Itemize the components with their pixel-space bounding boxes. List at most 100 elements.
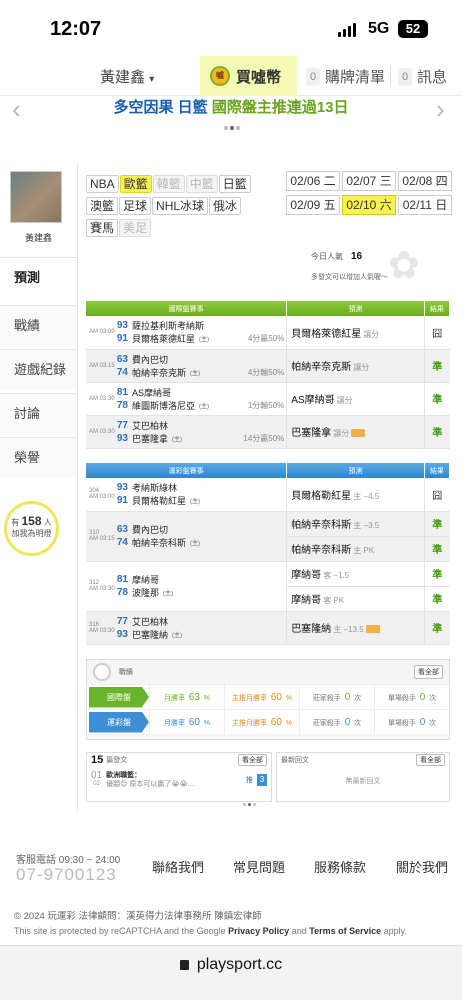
avatar[interactable] [10, 171, 62, 223]
team-name[interactable]: AS摩納哥 [132, 386, 171, 399]
pick[interactable]: 貝爾格勒紅星主 −4.5 [286, 478, 426, 512]
game-clock: AM 03:30 [89, 627, 115, 634]
popularity-value: 16 [351, 251, 363, 262]
game-teams: 63 費內巴切 74 帕納辛奈克斯 (主) 4分輸50% [115, 349, 288, 383]
footer-link-faq[interactable]: 常見問題 [233, 857, 285, 876]
team-name[interactable]: 帕納辛奈克斯 [132, 366, 186, 379]
team-line: 77 艾巴柏林 [116, 615, 286, 628]
replies-panel: 最新回文 看全部 無最新回文 [276, 752, 450, 802]
team-score: 74 [116, 537, 128, 548]
pick[interactable]: 摩納哥客 PK [286, 586, 426, 612]
date-tab[interactable]: 02/11 日 [398, 195, 452, 215]
buy-coin-button[interactable]: 噓買噓幣 [200, 56, 297, 96]
pick[interactable]: 巴塞隆拿 讓分 [286, 415, 426, 449]
cart-link[interactable]: 0 購牌清單 [306, 66, 385, 87]
league-tab[interactable]: 賽馬 [86, 219, 119, 237]
fan-badge[interactable]: 有 158 人 加我為明燈 [4, 501, 59, 556]
team-name[interactable]: 貝爾格萊德紅星 [132, 332, 195, 345]
clock: 12:07 [50, 18, 102, 40]
pick[interactable]: 巴塞隆納主 −13.5 [286, 611, 426, 645]
popularity: 今日人氣 16 [311, 251, 362, 262]
terms-link[interactable]: Terms of Service [309, 926, 381, 936]
record-more-button[interactable]: 看全部 [414, 665, 443, 679]
banner-next-icon[interactable]: › [436, 94, 445, 125]
team-name[interactable]: 費內巴切 [132, 353, 168, 366]
menu-predict[interactable]: 預測 [0, 257, 77, 297]
league-tab[interactable]: NHL冰球 [152, 197, 209, 215]
team-name[interactable]: 巴塞隆納 [132, 628, 168, 641]
table-row: 316 AM 03:30 77 艾巴柏林 93 巴塞隆納 (主) 巴塞隆納主 −13.5 準 [86, 611, 450, 645]
menu-record[interactable]: 戰績 [0, 305, 77, 345]
menu-game-log[interactable]: 遊戲紀錄 [0, 349, 77, 389]
signal-icon [338, 22, 356, 37]
footer-link-contact[interactable]: 聯絡我們 [152, 857, 204, 876]
team-score: 93 [116, 432, 128, 444]
team-name[interactable]: 波隆那 [132, 586, 159, 599]
user-menu[interactable]: 黃建鑫 ▾ [100, 66, 154, 87]
team-line: 93 考納斯綠林 [116, 481, 286, 494]
team-name[interactable]: 薩拉基利斯考納斯 [132, 319, 204, 332]
posts-more-button[interactable]: 看全部 [238, 754, 267, 766]
game-time: AM 03:30 [86, 382, 116, 416]
game-teams: 81 摩納哥 78 波隆那 (主) [115, 561, 288, 612]
league-tab[interactable]: 俄冰 [209, 197, 242, 215]
menu-honor[interactable]: 榮譽 [0, 437, 77, 477]
team-line: 93 巴塞隆拿 (主) 14分贏50% [116, 432, 286, 445]
pick[interactable]: 帕納辛奈科斯主 PK [286, 536, 426, 562]
pick[interactable]: 貝爾格萊德紅星 讓分 [286, 316, 426, 350]
banner-text-2: 日籃 [177, 99, 208, 116]
footer-link-terms[interactable]: 服務條款 [314, 857, 366, 876]
team-name[interactable]: 艾巴柏林 [132, 419, 168, 432]
banner-prev-icon[interactable]: ‹ [12, 94, 21, 125]
date-tab[interactable]: 02/07 三 [342, 171, 396, 191]
privacy-link[interactable]: Privacy Policy [228, 926, 289, 936]
result: 準 [424, 586, 450, 612]
pick-team: 貝爾格勒紅星 [291, 490, 352, 502]
message-link[interactable]: 0 訊息 [398, 66, 447, 87]
intl-header-game: 國際盤賽事 [86, 301, 288, 316]
pick-type: 讓分 [363, 329, 380, 339]
pick[interactable]: 帕納辛奈科斯主 −3.5 [286, 511, 426, 537]
league-tab[interactable]: 日籃 [218, 175, 251, 193]
pick-type: 主 −3.5 [353, 521, 380, 530]
team-line: 74 帕納辛奈克斯 (主) 4分輸50% [116, 366, 286, 379]
league-tab[interactable]: 歐籃 [119, 175, 152, 193]
record-panel: 戰績 看全部 國際盤 月勝率 63 % 主推月勝率 60 % 莊家殺手 0 次單場殺手… [86, 659, 450, 740]
pick[interactable]: 帕納辛奈克斯 讓分 [286, 349, 426, 383]
table-row: AM 03:00 93 薩拉基利斯考納斯 91 貝爾格萊德紅星 (主) 4分贏50% 貝爾格萊… [86, 316, 450, 350]
pick[interactable]: AS摩納哥 讓分 [286, 382, 426, 416]
post-item[interactable]: 01 02 歐洲職籃： 優顆😊 原本可以贏了😭😭... 推 3 [87, 767, 271, 793]
service-phone[interactable]: 07-9700123 [16, 865, 117, 885]
buy-coin-label: 買噓幣 [236, 68, 282, 86]
browser-url-bar[interactable]: playsport.cc [0, 945, 462, 1000]
date-tab[interactable]: 02/08 四 [398, 171, 452, 191]
team-name[interactable]: 貝爾格勒紅星 [132, 494, 186, 507]
user-name: 黃建鑫 [100, 69, 146, 86]
date-tab[interactable]: 02/06 二 [286, 171, 340, 191]
team-name[interactable]: 考納斯綠林 [132, 481, 177, 494]
replies-more-button[interactable]: 看全部 [416, 754, 445, 766]
team-score: 63 [116, 524, 128, 535]
team-name[interactable]: 費內巴切 [132, 523, 168, 536]
banker-killer-value: 0 [341, 716, 354, 728]
home-mark: (主) [199, 337, 209, 344]
league-tab[interactable]: NBA [86, 175, 119, 193]
team-name[interactable]: 摩納哥 [132, 573, 159, 586]
date-tab[interactable]: 02/09 五 [286, 195, 340, 215]
pick[interactable]: 摩納哥客 −1.5 [286, 561, 426, 587]
hot-pick-icon [365, 625, 380, 634]
handicap-result: 1分輸50% [247, 400, 285, 410]
menu-discussion[interactable]: 討論 [0, 393, 77, 433]
team-name[interactable]: 帕納辛奈科斯 [132, 536, 186, 549]
league-tab[interactable]: 足球 [119, 197, 152, 215]
league-tab[interactable]: 澳籃 [86, 197, 119, 215]
team-name[interactable]: 巴塞隆拿 [132, 432, 168, 445]
team-name[interactable]: 維圖斯博洛尼亞 [132, 399, 195, 412]
home-mark: (主) [199, 403, 209, 410]
footer-link-about[interactable]: 關於我們 [396, 857, 448, 876]
promo-banner[interactable]: 多空因果 日籃 國際盤主推連過13日 [40, 96, 422, 122]
date-tab[interactable]: 02/10 六 [342, 195, 396, 215]
team-name[interactable]: 艾巴柏林 [132, 615, 168, 628]
post-count: 15 [91, 754, 104, 766]
fan-cta: 加我為明燈 [11, 529, 52, 538]
